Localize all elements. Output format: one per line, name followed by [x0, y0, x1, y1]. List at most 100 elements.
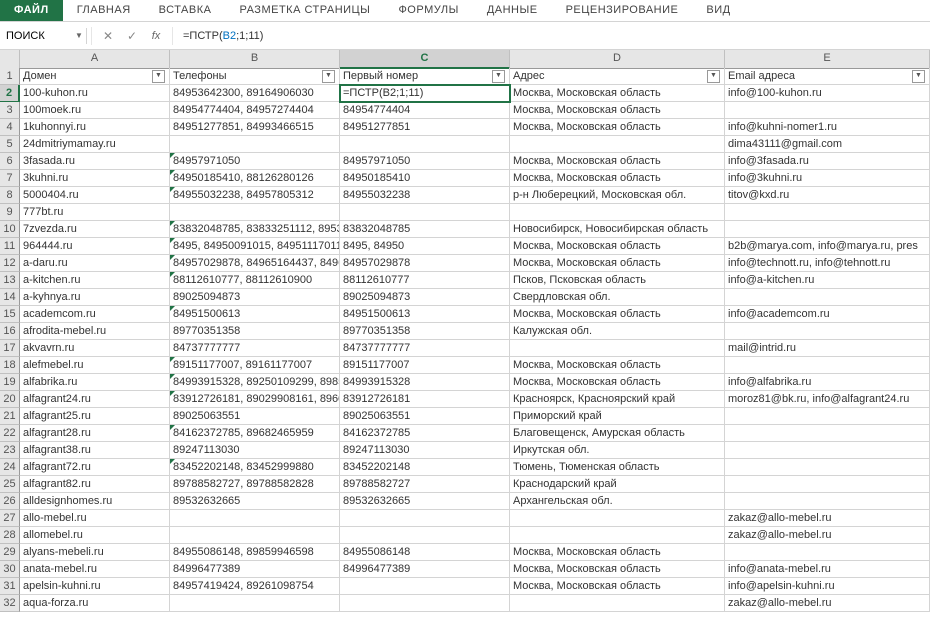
- cell[interactable]: 88112610777, 88112610900: [170, 272, 340, 289]
- row-header[interactable]: 22: [0, 425, 20, 442]
- cell[interactable]: Приморский край: [510, 408, 725, 425]
- cell[interactable]: Москва, Московская область: [510, 238, 725, 255]
- cell[interactable]: 3kuhni.ru: [20, 170, 170, 187]
- row-header[interactable]: 8: [0, 187, 20, 204]
- cell[interactable]: titov@kxd.ru: [725, 187, 930, 204]
- row-header[interactable]: 31: [0, 578, 20, 595]
- cell[interactable]: [725, 493, 930, 510]
- cell[interactable]: 84957419424, 89261098754: [170, 578, 340, 595]
- cell[interactable]: 84950185410: [340, 170, 510, 187]
- cell[interactable]: 84957971050: [170, 153, 340, 170]
- confirm-formula-icon[interactable]: ✓: [120, 29, 144, 43]
- cell[interactable]: 89025063551: [340, 408, 510, 425]
- row-header[interactable]: 2: [0, 85, 20, 102]
- cell[interactable]: anata-mebel.ru: [20, 561, 170, 578]
- cell[interactable]: info@academcom.ru: [725, 306, 930, 323]
- cell[interactable]: Псков, Псковская область: [510, 272, 725, 289]
- cell[interactable]: 84953642300, 89164906030: [170, 85, 340, 102]
- cell[interactable]: Москва, Московская область: [510, 255, 725, 272]
- cell[interactable]: [725, 289, 930, 306]
- cell[interactable]: alfagrant82.ru: [20, 476, 170, 493]
- cell[interactable]: [510, 136, 725, 153]
- cell[interactable]: mail@intrid.ru: [725, 340, 930, 357]
- cell[interactable]: alfagrant38.ru: [20, 442, 170, 459]
- ribbon-tab[interactable]: ДАННЫЕ: [473, 0, 552, 21]
- cell[interactable]: 89770351358: [170, 323, 340, 340]
- row-header[interactable]: 6: [0, 153, 20, 170]
- cell[interactable]: akvavrn.ru: [20, 340, 170, 357]
- cell[interactable]: 84957029878: [340, 255, 510, 272]
- row-header[interactable]: 11: [0, 238, 20, 255]
- cell[interactable]: a-kyhnya.ru: [20, 289, 170, 306]
- cell[interactable]: 84951277851: [340, 119, 510, 136]
- row-header[interactable]: 12: [0, 255, 20, 272]
- row-header[interactable]: 30: [0, 561, 20, 578]
- filter-dropdown-icon[interactable]: ▼: [492, 70, 505, 83]
- row-header[interactable]: 23: [0, 442, 20, 459]
- name-box-dropdown-icon[interactable]: ▼: [72, 31, 86, 40]
- cell[interactable]: 84737777777: [340, 340, 510, 357]
- formula-input[interactable]: =ПСТР(B2;1;11): [177, 28, 930, 44]
- cell[interactable]: 964444.ru: [20, 238, 170, 255]
- row-header[interactable]: 32: [0, 595, 20, 612]
- cell[interactable]: info@a-kitchen.ru: [725, 272, 930, 289]
- cell[interactable]: Благовещенск, Амурская область: [510, 425, 725, 442]
- cell[interactable]: 89151177007, 89161177007: [170, 357, 340, 374]
- cell[interactable]: 100moek.ru: [20, 102, 170, 119]
- cell[interactable]: Москва, Московская область: [510, 153, 725, 170]
- cell[interactable]: Москва, Московская область: [510, 561, 725, 578]
- cell[interactable]: [725, 425, 930, 442]
- cell[interactable]: [170, 204, 340, 221]
- cell[interactable]: 84955032238, 84957805312: [170, 187, 340, 204]
- cell[interactable]: [725, 323, 930, 340]
- cell[interactable]: b2b@marya.com, info@marya.ru, pres: [725, 238, 930, 255]
- ribbon-tab[interactable]: ВИД: [692, 0, 744, 21]
- cell[interactable]: 84996477389: [170, 561, 340, 578]
- cell[interactable]: [340, 578, 510, 595]
- cell[interactable]: alfagrant28.ru: [20, 425, 170, 442]
- cell[interactable]: Свердловская обл.: [510, 289, 725, 306]
- cell[interactable]: dima43111@gmail.com: [725, 136, 930, 153]
- cell[interactable]: Москва, Московская область: [510, 170, 725, 187]
- cell[interactable]: alyans-mebeli.ru: [20, 544, 170, 561]
- cell[interactable]: Москва, Московская область: [510, 85, 725, 102]
- cell[interactable]: info@apelsin-kuhni.ru: [725, 578, 930, 595]
- cell[interactable]: info@100-kuhon.ru: [725, 85, 930, 102]
- cell[interactable]: [170, 527, 340, 544]
- cell[interactable]: 84993915328: [340, 374, 510, 391]
- cell[interactable]: [510, 204, 725, 221]
- filter-dropdown-icon[interactable]: ▼: [152, 70, 165, 83]
- row-header[interactable]: 27: [0, 510, 20, 527]
- cell[interactable]: [510, 510, 725, 527]
- cell[interactable]: Калужская обл.: [510, 323, 725, 340]
- cell[interactable]: Красноярск, Красноярский край: [510, 391, 725, 408]
- table-header-cell[interactable]: Телефоны▼: [170, 68, 340, 85]
- row-header[interactable]: 5: [0, 136, 20, 153]
- cell[interactable]: [725, 408, 930, 425]
- column-header[interactable]: D: [510, 50, 725, 69]
- cell[interactable]: info@3fasada.ru: [725, 153, 930, 170]
- row-header[interactable]: 17: [0, 340, 20, 357]
- row-header[interactable]: 25: [0, 476, 20, 493]
- cell[interactable]: Тюмень, Тюменская область: [510, 459, 725, 476]
- cell[interactable]: Москва, Московская область: [510, 578, 725, 595]
- row-header[interactable]: 18: [0, 357, 20, 374]
- cell[interactable]: alfagrant25.ru: [20, 408, 170, 425]
- cell[interactable]: 5000404.ru: [20, 187, 170, 204]
- fx-button[interactable]: fx: [144, 30, 168, 42]
- cell[interactable]: alfagrant24.ru: [20, 391, 170, 408]
- cell[interactable]: [725, 102, 930, 119]
- cell[interactable]: 84950185410, 88126280126: [170, 170, 340, 187]
- row-header[interactable]: 29: [0, 544, 20, 561]
- cell[interactable]: 84951277851, 84993466515: [170, 119, 340, 136]
- cell[interactable]: [725, 442, 930, 459]
- cell[interactable]: info@technott.ru, info@tehnott.ru: [725, 255, 930, 272]
- cell[interactable]: alldesignhomes.ru: [20, 493, 170, 510]
- column-header[interactable]: E: [725, 50, 930, 69]
- cell[interactable]: allomebel.ru: [20, 527, 170, 544]
- cell[interactable]: 84951500613: [170, 306, 340, 323]
- cell[interactable]: [725, 544, 930, 561]
- name-box[interactable]: [0, 28, 72, 44]
- cell[interactable]: [725, 476, 930, 493]
- cell[interactable]: [340, 510, 510, 527]
